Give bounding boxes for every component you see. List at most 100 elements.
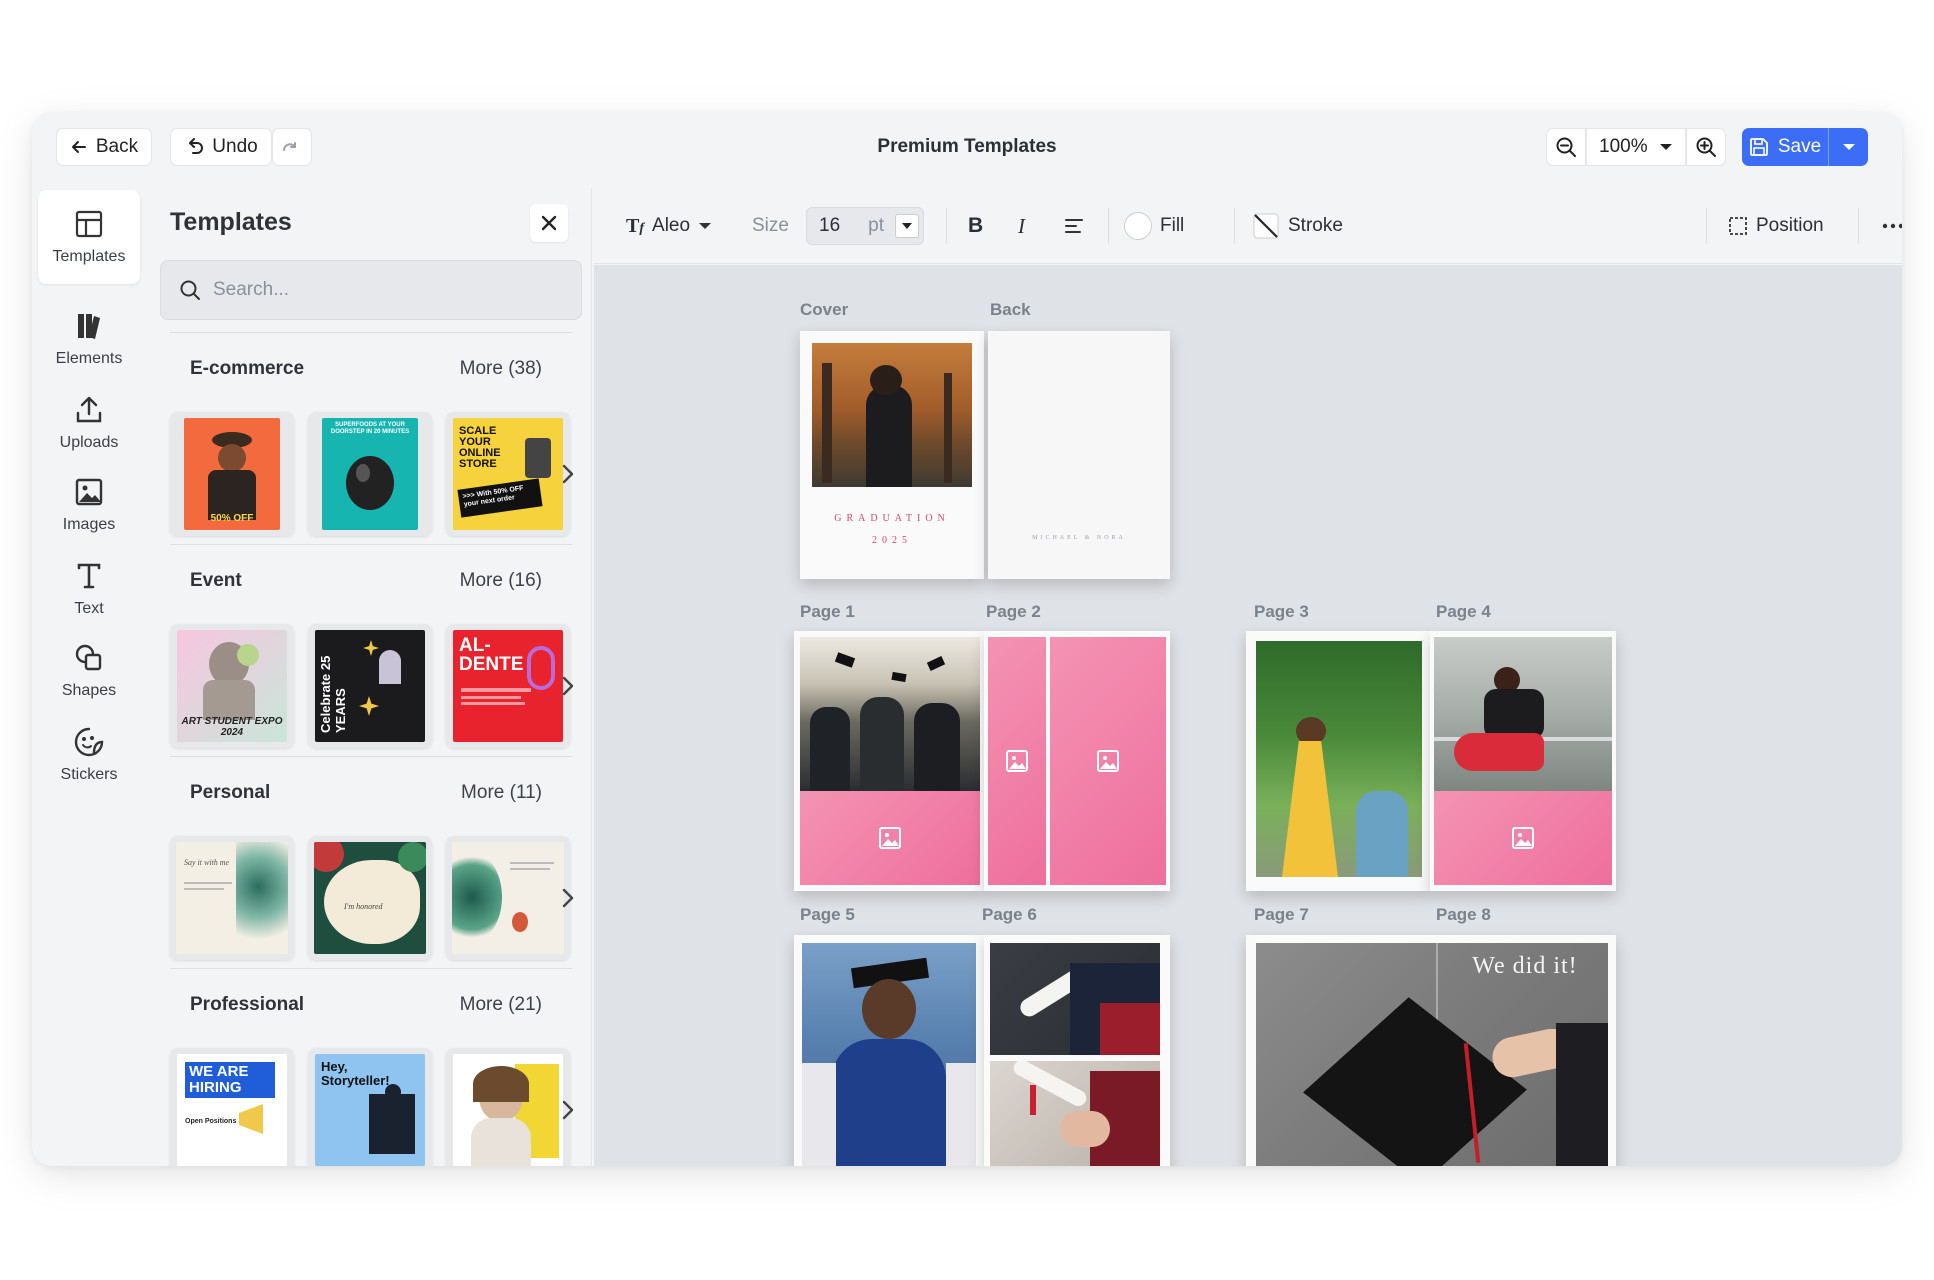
templates-icon — [75, 210, 103, 238]
image-placeholder[interactable] — [800, 791, 980, 885]
page-5-photo[interactable] — [802, 943, 976, 1166]
page-3-photo[interactable] — [1256, 641, 1422, 877]
zoom-in-button[interactable] — [1686, 128, 1726, 166]
save-button[interactable]: Save — [1742, 128, 1828, 166]
cover-title: GRADUATION — [834, 513, 950, 524]
save-button-group: Save — [1742, 128, 1868, 166]
page-2[interactable] — [984, 631, 1170, 891]
image-placeholder-icon — [879, 827, 901, 849]
thumb-text: Hey, Storyteller! — [321, 1059, 390, 1088]
save-label: Save — [1777, 136, 1822, 157]
more-link[interactable]: More (38) — [460, 358, 542, 380]
page-label: Page 5 — [800, 905, 855, 924]
image-placeholder[interactable] — [1050, 637, 1166, 885]
zoom-in-icon — [1696, 137, 1716, 157]
rail-label: Uploads — [59, 434, 119, 451]
fill-button[interactable]: Fill — [1124, 206, 1184, 246]
italic-button[interactable]: I — [1018, 206, 1025, 246]
rail-item-elements[interactable]: Elements — [38, 292, 140, 386]
page-label: Back — [990, 300, 1031, 319]
chevron-right-icon — [562, 1100, 574, 1120]
template-thumb[interactable]: WE ARE HIRING Open Positions — [170, 1048, 294, 1166]
page-back[interactable]: MICHAEL & NORA — [988, 331, 1170, 579]
fill-label: Fill — [1160, 215, 1185, 236]
more-link[interactable]: More (16) — [460, 570, 542, 592]
template-thumb[interactable]: 50% OFF — [170, 412, 294, 536]
template-thumb[interactable]: Say it with me — [170, 836, 294, 960]
image-placeholder[interactable] — [1434, 791, 1612, 885]
template-row: 50% OFF SUPERFOODS AT YOUR DOORSTEP IN 2… — [170, 412, 570, 536]
row-next-button[interactable] — [556, 836, 580, 960]
zoom-out-button[interactable] — [1546, 128, 1586, 166]
size-input[interactable]: 16 pt — [806, 207, 924, 245]
save-options-button[interactable] — [1828, 128, 1868, 166]
page-label: Page 1 — [800, 602, 855, 621]
rail-item-text[interactable]: Text — [38, 542, 140, 636]
page-label: Page 7 — [1254, 905, 1309, 924]
rail-item-shapes[interactable]: Shapes — [38, 624, 140, 718]
template-thumb[interactable] — [446, 836, 570, 960]
thumb-text: Open Positions — [185, 1118, 237, 1125]
category-header: Event More (16) — [190, 570, 542, 592]
search-box[interactable] — [160, 260, 582, 320]
thumb-text: SUPERFOODS AT YOUR DOORSTEP IN 20 MINUTE… — [330, 422, 410, 435]
page-4-photo[interactable] — [1434, 637, 1612, 791]
format-toolbar: Tf Aleo Size 16 pt B I Fill Stroke Posit… — [594, 188, 1902, 264]
rail-item-images[interactable]: Images — [38, 458, 140, 552]
elements-icon — [78, 314, 100, 339]
more-link[interactable]: More (11) — [461, 782, 542, 804]
thumb-text: I'm honored — [344, 902, 383, 911]
category-name: Event — [190, 570, 242, 591]
position-button[interactable]: Position — [1728, 206, 1824, 246]
align-left-icon — [1065, 219, 1083, 233]
bold-button[interactable]: B — [968, 206, 983, 246]
font-select[interactable]: Tf Aleo — [626, 206, 712, 246]
page-6-photo-top[interactable] — [990, 943, 1160, 1055]
page-label: Page 3 — [1254, 602, 1309, 621]
search-input[interactable] — [213, 279, 553, 301]
template-thumb[interactable]: Celebrate 25 YEARS — [308, 624, 432, 748]
stroke-button[interactable]: Stroke — [1252, 206, 1343, 246]
template-thumb[interactable]: AL-DENTE — [446, 624, 570, 748]
divider — [1706, 208, 1707, 244]
template-thumb[interactable]: SUPERFOODS AT YOUR DOORSTEP IN 20 MINUTE… — [308, 412, 432, 536]
page-1[interactable] — [794, 631, 984, 891]
template-thumb[interactable]: Hey, Storyteller! — [308, 1048, 432, 1166]
page-4[interactable] — [1430, 631, 1616, 891]
rail-item-stickers[interactable]: Stickers — [38, 708, 140, 802]
align-button[interactable] — [1064, 206, 1084, 246]
page-6-photo-bottom[interactable] — [990, 1061, 1160, 1166]
image-placeholder[interactable] — [988, 637, 1046, 885]
page-5[interactable] — [794, 935, 984, 1166]
page-3[interactable] — [1246, 631, 1430, 891]
divider — [170, 968, 572, 969]
template-thumb[interactable]: SCALE YOUR ONLINE STORE >>> With 50% OFF… — [446, 412, 570, 536]
page-6[interactable] — [984, 935, 1170, 1166]
size-dropdown-button[interactable] — [895, 214, 919, 238]
template-thumb[interactable] — [446, 1048, 570, 1166]
sticker-icon — [74, 727, 104, 757]
left-rail: Templates Elements Uploads Images Text S… — [32, 188, 150, 1166]
page-7-8-photo[interactable]: We did it! — [1256, 943, 1608, 1166]
close-panel-button[interactable] — [530, 204, 568, 242]
category-header: Personal More (11) — [190, 782, 542, 804]
page-1-photo[interactable] — [800, 637, 980, 791]
page-7-8-spread[interactable]: We did it! — [1246, 935, 1616, 1166]
row-next-button[interactable] — [556, 624, 580, 748]
rail-item-uploads[interactable]: Uploads — [38, 376, 140, 470]
thumb-text: WE ARE HIRING — [185, 1062, 275, 1098]
template-thumb[interactable]: I'm honored — [308, 836, 432, 960]
rail-item-templates[interactable]: Templates — [38, 190, 140, 284]
zoom-out-icon — [1556, 137, 1576, 157]
row-next-button[interactable] — [556, 412, 580, 536]
divider — [170, 332, 572, 333]
zoom-select[interactable]: 100% — [1586, 128, 1686, 166]
cover-photo[interactable] — [812, 343, 972, 487]
more-link[interactable]: More (21) — [460, 994, 542, 1016]
more-options-button[interactable] — [1882, 206, 1902, 246]
page-cover[interactable]: GRADUATION 2025 — [800, 331, 984, 579]
row-next-button[interactable] — [556, 1048, 580, 1166]
thumb-text: ART STUDENT EXPO 2024 — [181, 716, 283, 738]
chevron-right-icon — [562, 676, 574, 696]
template-thumb[interactable]: ART STUDENT EXPO 2024 — [170, 624, 294, 748]
